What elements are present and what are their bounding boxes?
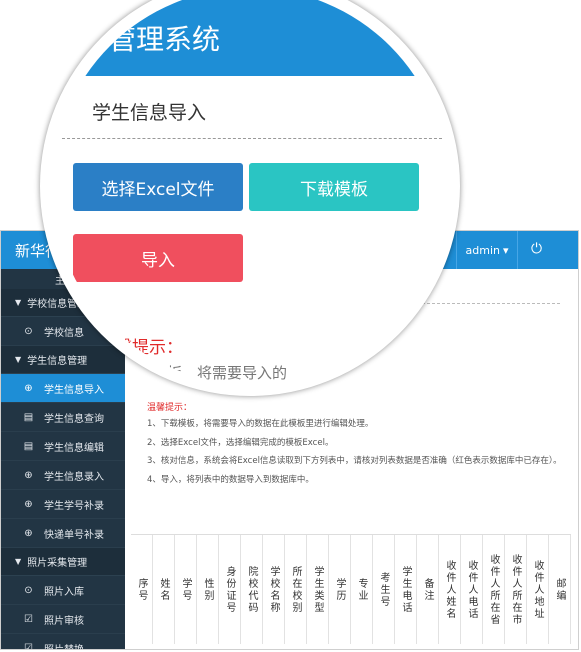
- select-excel-button[interactable]: 选择Excel文件: [73, 163, 243, 211]
- download-template-button[interactable]: 下载模板: [249, 163, 419, 211]
- column-header: 性别: [197, 535, 219, 644]
- tip-line: 4、导入，将列表中的数据导入到数据库中。: [147, 474, 314, 485]
- user-name: admin: [465, 243, 500, 257]
- column-header: 学生电话: [395, 535, 417, 644]
- sidebar-item-student-query[interactable]: ▤ 学生信息查询: [1, 403, 125, 432]
- tip-line: 1、下载模板，将需要导入的数据在此模板里进行编辑处理。: [147, 419, 374, 429]
- tip-line: 2、选择Excel文件，选择编辑完成的模板Excel。: [147, 437, 334, 448]
- sidebar-item-student-entry[interactable]: ⊕ 学生信息录入: [1, 461, 125, 490]
- lens-tip-heading: 温馨提示：: [98, 338, 183, 358]
- lens-divider: [62, 138, 442, 139]
- column-header: 姓名: [153, 535, 175, 644]
- column-header: 学号: [175, 535, 197, 644]
- column-header: 考生号: [373, 535, 395, 644]
- column-header: 序号: [131, 535, 153, 644]
- sidebar-item-photo-review[interactable]: ☑ 照片审核: [1, 605, 125, 634]
- sidebar-item-photo-replace[interactable]: ☑ 照片替换: [1, 634, 125, 650]
- tips-title: 温馨提示：: [147, 403, 193, 413]
- tip-line: 3、核对信息，系统会将Excel信息读取到下方列表中，请核对列表数据是否准确（红…: [147, 456, 562, 466]
- lens-section-title: 学生信息导入: [92, 102, 207, 124]
- plus-circle-icon: ⊕: [24, 382, 33, 394]
- sidebar-item-student-edit[interactable]: ▤ 学生信息编辑: [1, 432, 125, 461]
- column-header: 身份证号: [219, 535, 241, 644]
- column-header: 收件人所在省: [483, 535, 505, 644]
- column-header: 学生类型: [307, 535, 329, 644]
- sidebar-item-student-id[interactable]: ⊕ 学生学号补录: [1, 490, 125, 519]
- column-header: 邮编: [549, 535, 571, 644]
- power-icon[interactable]: ⏻: [531, 241, 542, 257]
- tips-list: 1、下载模板，将需要导入的数据在此模板里进行编辑处理。 2、选择Excel文件，…: [147, 415, 562, 489]
- caret-down-icon: ▼: [15, 557, 22, 566]
- column-header: 专业: [351, 535, 373, 644]
- plus-circle-icon: ⊕: [24, 469, 33, 481]
- column-header: 所在校别: [285, 535, 307, 644]
- column-header: 收件人地址: [527, 535, 549, 644]
- column-header: 学校名称: [263, 535, 285, 644]
- column-header: 收件人所在市: [505, 535, 527, 644]
- user-menu-button[interactable]: admin ▾: [456, 231, 518, 269]
- plus-circle-icon: ⊕: [24, 527, 33, 539]
- sidebar-item-student-import[interactable]: ⊕ 学生信息导入: [1, 374, 125, 403]
- circle-icon: ⊙: [24, 584, 33, 596]
- lens-app-title: 管理系统: [108, 23, 221, 56]
- lens-tip-line: 模板，将需要导入的: [152, 364, 288, 382]
- checkbox-icon: ☑: [24, 642, 33, 650]
- lens-header: 管理系统: [52, 0, 448, 76]
- caret-down-icon: ▼: [15, 355, 22, 364]
- document-icon: ▤: [23, 411, 34, 423]
- checkbox-icon: ☑: [24, 613, 33, 625]
- circle-icon: ⊙: [24, 325, 33, 337]
- plus-circle-icon: ⊕: [24, 498, 33, 510]
- sidebar-group-photo[interactable]: ▼ 照片采集管理: [1, 548, 125, 576]
- chevron-down-icon: ▾: [502, 243, 509, 257]
- sidebar-item-express[interactable]: ⊕ 快递单号补录: [1, 519, 125, 548]
- sidebar-item-photo-in[interactable]: ⊙ 照片入库: [1, 576, 125, 605]
- import-button[interactable]: 导入: [73, 234, 243, 282]
- column-header: 收件人姓名: [439, 535, 461, 644]
- column-header: 收件人电话: [461, 535, 483, 644]
- student-table-header: 序号 姓名 学号 性别 身份证号 院校代码 学校名称 所在校别 学生类型 学历 …: [131, 534, 571, 644]
- caret-down-icon: ▼: [15, 298, 22, 307]
- column-header: 院校代码: [241, 535, 263, 644]
- column-header: 备注: [417, 535, 439, 644]
- document-icon: ▤: [23, 440, 34, 452]
- magnifier-lens: 管理系统 学生信息导入 选择Excel文件 下载模板 导入 温馨提示： 模板，将…: [52, 0, 448, 384]
- column-header: 学历: [329, 535, 351, 644]
